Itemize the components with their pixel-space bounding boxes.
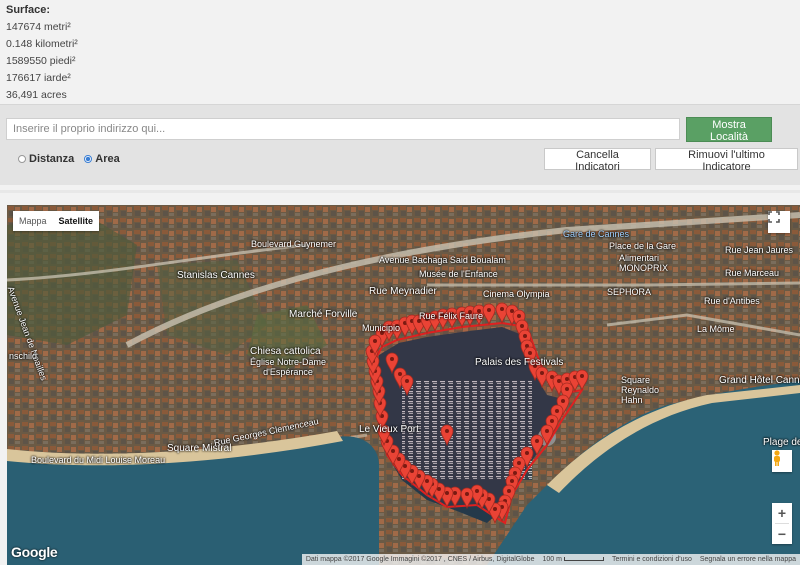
map-type-satellite-button[interactable]: Satellite (53, 211, 100, 231)
area-radio-label[interactable]: Area (95, 153, 119, 165)
surface-acres: 36,491 acres (6, 89, 67, 101)
distance-radio[interactable] (18, 155, 26, 163)
label-bd-midi: Boulevard du Midi Louise Moreau (31, 455, 166, 465)
label-rue-marceau: Rue Marceau (725, 268, 780, 278)
label-avenue-bachaga: Avenue Bachaga Said Boualam (379, 255, 506, 265)
label-marche-forville: Marché Forville (289, 309, 358, 320)
surface-results: Surface: 147674 metri² 0.148 kilometri² … (0, 0, 800, 104)
zoom-control: + − (772, 503, 792, 544)
fullscreen-icon (768, 211, 780, 223)
map-type-map-button[interactable]: Mappa (13, 211, 53, 231)
zoom-out-button[interactable]: − (772, 524, 792, 544)
street-view-pegman[interactable] (772, 450, 792, 472)
map-view[interactable]: Boulevard Guynemer Stanislas Cannes Aven… (7, 205, 800, 565)
map-type-control: Mappa Satellite (13, 211, 100, 231)
label-municipio: Municipio (362, 323, 401, 333)
surface-square-meters: 147674 metri² (6, 21, 71, 33)
surface-square-yards: 176617 iarde² (6, 72, 71, 84)
distance-radio-label[interactable]: Distanza (29, 153, 74, 165)
label-rue-felix-faure: Rue Félix Faure (419, 311, 484, 321)
label-chiesa: Chiesa cattolica (250, 346, 321, 357)
label-sephora: SEPHORA (607, 287, 652, 297)
label-rue-antibes: Rue d'Antibes (704, 296, 760, 306)
label-place-gare: Place de la Gare (609, 241, 677, 251)
surface-square-feet: 1589550 piedi² (6, 55, 76, 67)
label-alimentari: Alimentari (619, 253, 660, 263)
remove-last-marker-button[interactable]: Rimuovi l'ultimo Indicatore (655, 148, 798, 173)
scale-indicator[interactable]: 100 m (538, 556, 607, 563)
label-monoprix: MONOPRIX (619, 263, 669, 273)
label-grand-hotel: Grand Hôtel Cannes (719, 375, 800, 386)
label-nschild: nschild (9, 351, 38, 361)
pegman-icon (774, 450, 780, 466)
mode-radio-group: Distanza Area (18, 153, 130, 165)
controls-panel: Mostra Località Distanza Area Cancella I… (0, 104, 800, 185)
zoom-in-button[interactable]: + (772, 503, 792, 523)
surface-square-kilometers: 0.148 kilometri² (6, 38, 78, 50)
google-logo: Google (11, 544, 58, 560)
label-eglise: Église Notre-Dame d'Espérance (249, 357, 327, 377)
label-gare: Gare de Cannes (563, 229, 630, 239)
map-attribution: Dati mappa ©2017 Google Immagini ©2017 ,… (301, 554, 800, 565)
address-input[interactable] (6, 118, 680, 140)
label-musee-enfance: Musée de l'Enfance (419, 269, 498, 279)
label-square-reynaldo: Square Reynaldo Hahn (621, 375, 660, 405)
attribution-data: Dati mappa ©2017 Google Immagini ©2017 ,… (305, 556, 535, 563)
terms-link[interactable]: Termini e condizioni d'uso (608, 556, 696, 563)
label-stanislas: Stanislas Cannes (177, 270, 255, 281)
clear-markers-button[interactable]: Cancella Indicatori (544, 148, 651, 173)
label-rue-meynadier: Rue Meynadier (369, 286, 437, 297)
show-location-button[interactable]: Mostra Località (686, 117, 772, 143)
fullscreen-button[interactable] (768, 211, 790, 233)
area-radio[interactable] (84, 155, 93, 163)
label-cinema: Cinema Olympia (483, 289, 550, 299)
label-plage: Plage de (763, 437, 800, 448)
label-la-mome: La Môme (697, 324, 735, 334)
label-palais: Palais des Festivals (475, 357, 564, 368)
surface-title: Surface: (6, 4, 51, 16)
label-vieux-port: Le Vieux Port (359, 424, 419, 435)
divider (0, 190, 800, 193)
label-boulevard-guynemer: Boulevard Guynemer (251, 239, 337, 249)
report-error-link[interactable]: Segnala un errore nella mappa (696, 556, 800, 563)
label-jean-jaures: Rue Jean Jaures (725, 245, 794, 255)
